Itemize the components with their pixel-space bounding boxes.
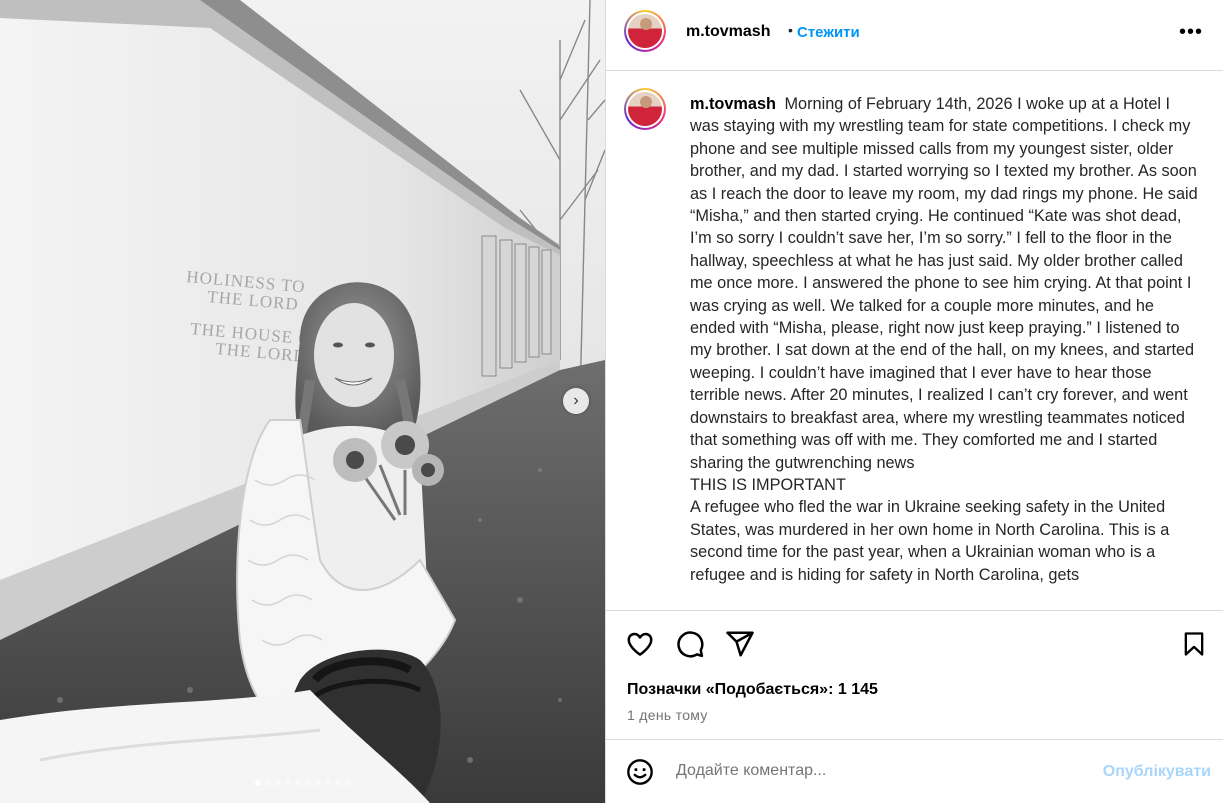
author-username[interactable]: m.tovmash xyxy=(686,23,770,41)
slide-dot xyxy=(324,780,331,786)
slide-dot xyxy=(294,780,301,786)
bookmark-icon[interactable] xyxy=(1180,629,1208,659)
slide-indicator xyxy=(0,780,605,786)
separator-dot: • xyxy=(788,22,793,38)
slide-dot xyxy=(284,780,291,786)
follow-button[interactable]: Стежити xyxy=(797,24,860,41)
caption-continued: A refugee who fled the war in Ukraine se… xyxy=(690,498,1170,584)
slide-dot xyxy=(304,780,311,786)
avatar[interactable] xyxy=(624,10,666,52)
post-info-panel: m.tovmash • Стежити ••• m.tovmash Mornin… xyxy=(605,0,1223,803)
comment-bar: Опублікувати xyxy=(606,739,1223,804)
slide-dot xyxy=(344,780,351,786)
heart-icon[interactable] xyxy=(625,629,655,659)
post-viewer: HOLINESS TO THE LORD THE HOUSE OF THE LO… xyxy=(0,0,1223,803)
caption-emphasis: THIS IS IMPORTANT xyxy=(690,475,846,494)
post-header: m.tovmash • Стежити ••• xyxy=(606,0,1223,71)
slide-dot xyxy=(334,780,341,786)
next-slide-button[interactable]: › xyxy=(563,388,589,414)
slide-dot xyxy=(264,780,271,786)
comment-input[interactable] xyxy=(676,762,1056,780)
publish-button[interactable]: Опублікувати xyxy=(1103,763,1211,781)
caption-text: m.tovmash Morning of February 14th, 2026… xyxy=(690,93,1200,586)
slide-dot xyxy=(274,780,281,786)
emoji-icon[interactable] xyxy=(626,758,654,786)
caption-avatar[interactable] xyxy=(624,88,666,130)
caption-body: Morning of February 14th, 2026 I woke up… xyxy=(690,95,1198,472)
slide-dot xyxy=(314,780,321,786)
share-icon[interactable] xyxy=(725,629,755,659)
post-photo[interactable]: HOLINESS TO THE LORD THE HOUSE OF THE LO… xyxy=(0,0,605,803)
more-icon[interactable]: ••• xyxy=(1179,22,1203,42)
chevron-right-icon: › xyxy=(573,392,579,409)
comment-icon[interactable] xyxy=(675,629,705,659)
caption-section[interactable]: m.tovmash Morning of February 14th, 2026… xyxy=(606,71,1223,609)
slide-dot xyxy=(254,780,261,786)
photo-illustration: HOLINESS TO THE LORD THE HOUSE OF THE LO… xyxy=(0,0,605,803)
post-timestamp[interactable]: 1 день тому xyxy=(627,707,708,723)
likes-count[interactable]: Позначки «Подобається»: 1 145 xyxy=(627,681,878,699)
caption-username[interactable]: m.tovmash xyxy=(690,95,776,113)
